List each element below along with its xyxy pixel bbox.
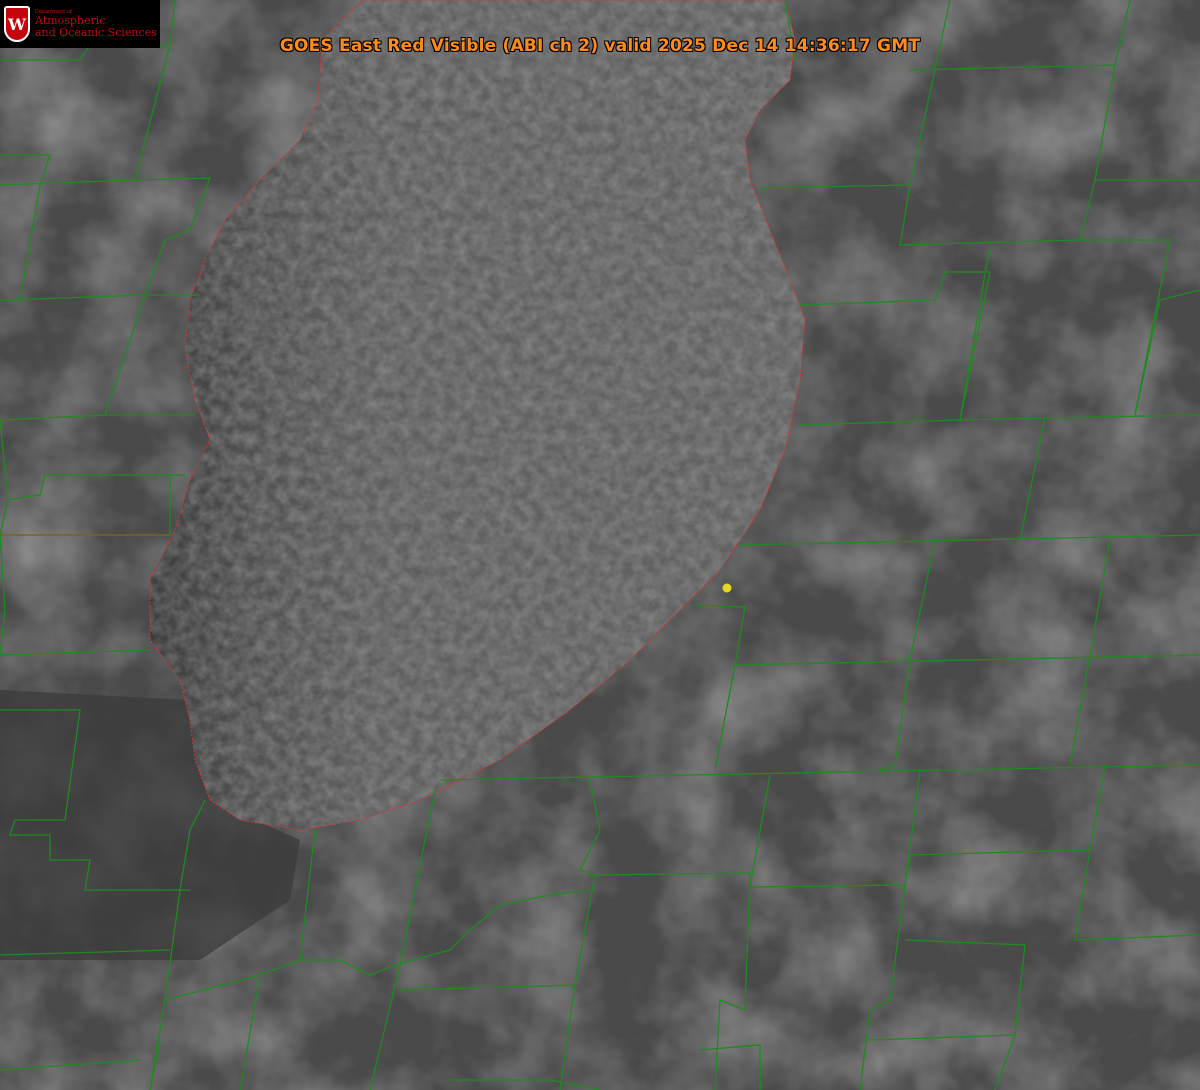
satellite-map — [0, 0, 1200, 1090]
logo-line-1: Atmospheric — [35, 14, 106, 28]
satellite-image-viewer: W Department of Atmospheric and Oceanic … — [0, 0, 1200, 1090]
location-marker[interactable] — [722, 583, 732, 593]
logo-text: Department of Atmospheric and Oceanic Sc… — [35, 9, 157, 38]
image-title: GOES East Red Visible (ABI ch 2) valid 2… — [279, 36, 921, 56]
